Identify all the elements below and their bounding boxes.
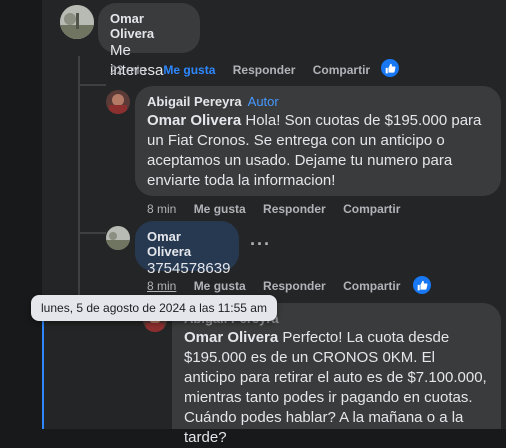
comment-time[interactable]: 8 min bbox=[147, 202, 176, 216]
thumbs-up-icon bbox=[385, 63, 395, 73]
comment-bubble-4[interactable]: Abigail Pereyra Omar Olivera Perfecto! L… bbox=[172, 303, 501, 446]
timestamp-tooltip: lunes, 5 de agosto de 2024 a las 11:55 a… bbox=[31, 295, 277, 321]
comment-actions-2: 8 min Me gusta Responder Compartir bbox=[147, 202, 414, 216]
comment-bubble-2[interactable]: Abigail Pereyra Autor Omar Olivera Hola! … bbox=[135, 86, 501, 196]
like-button[interactable]: Me gusta bbox=[194, 202, 246, 216]
thumbs-up-icon bbox=[417, 280, 427, 290]
comment-bubble-1[interactable]: Omar Olivera Me interesa bbox=[98, 3, 200, 79]
comment-bubble-3[interactable]: Omar Olivera 3754578639 bbox=[135, 221, 239, 277]
comment-text: 3754578639 bbox=[147, 260, 231, 277]
share-button[interactable]: Compartir bbox=[343, 202, 400, 216]
avatar-abigail-pereyra[interactable] bbox=[106, 90, 130, 114]
comment-author[interactable]: Omar Olivera bbox=[147, 229, 227, 259]
avatar-photo-icon bbox=[106, 226, 130, 250]
thread-line-main bbox=[78, 56, 80, 296]
avatar-omar-olivera[interactable] bbox=[60, 5, 94, 39]
comment-time[interactable]: 8 min bbox=[147, 279, 176, 293]
comment-text: Perfecto! La cuota desde $195.000 es de … bbox=[184, 329, 487, 446]
reply-button[interactable]: Responder bbox=[233, 63, 296, 77]
avatar-photo-icon bbox=[60, 5, 94, 39]
like-reaction-icon[interactable] bbox=[413, 276, 431, 294]
thread-line-branch-2 bbox=[78, 232, 106, 234]
reply-button[interactable]: Responder bbox=[263, 279, 326, 293]
more-options-button[interactable]: ··· bbox=[250, 234, 271, 255]
comment-actions-3: 8 min Me gusta Responder Compartir bbox=[147, 279, 414, 293]
comment-author-line: Abigail Pereyra Autor bbox=[147, 94, 489, 109]
mention-link[interactable]: Omar Olivera bbox=[184, 329, 278, 346]
author-badge: Autor bbox=[247, 94, 279, 109]
left-rail bbox=[0, 0, 42, 429]
like-button[interactable]: Me gusta bbox=[163, 63, 215, 77]
mention-link[interactable]: Omar Olivera bbox=[147, 112, 241, 129]
comment-author[interactable]: Abigail Pereyra bbox=[147, 94, 242, 109]
thread-line-branch-1 bbox=[78, 84, 106, 86]
comment-text-block: Omar Olivera Perfecto! La cuota desde $1… bbox=[184, 328, 489, 448]
like-reaction-icon[interactable] bbox=[381, 59, 399, 77]
share-button[interactable]: Compartir bbox=[343, 279, 400, 293]
reply-button[interactable]: Responder bbox=[263, 202, 326, 216]
avatar-photo-icon bbox=[106, 90, 130, 114]
share-button[interactable]: Compartir bbox=[313, 63, 370, 77]
avatar-omar-olivera[interactable] bbox=[106, 226, 130, 250]
like-button[interactable]: Me gusta bbox=[194, 279, 246, 293]
comment-text-block: Omar Olivera Hola! Son cuotas de $195.00… bbox=[147, 111, 489, 191]
comment-actions-1: 22 min Me gusta Responder Compartir bbox=[110, 63, 384, 77]
comment-time[interactable]: 22 min bbox=[110, 63, 146, 77]
comment-author[interactable]: Omar Olivera bbox=[110, 11, 188, 41]
